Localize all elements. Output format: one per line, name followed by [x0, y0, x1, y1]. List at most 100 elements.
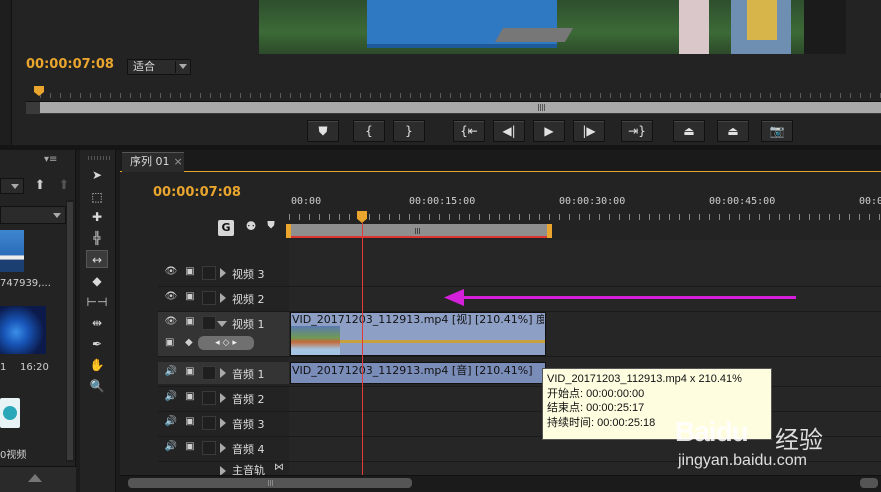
slide-tool-icon[interactable]: ⇹: [86, 314, 108, 332]
chevron-down-icon[interactable]: [217, 321, 227, 327]
set-encore-marker-icon[interactable]: ⚉: [243, 219, 259, 235]
add-marker-icon[interactable]: ⛊: [265, 220, 277, 236]
sync-lock-icon[interactable]: ▣: [183, 366, 197, 380]
hand-tool-icon[interactable]: ✋: [86, 356, 108, 374]
chevron-right-icon[interactable]: [220, 293, 226, 303]
work-area-end-handle[interactable]: [547, 224, 552, 238]
track-lock-box[interactable]: [202, 441, 216, 455]
thumbnail-size-icon[interactable]: [28, 474, 42, 482]
watermark-logo: Baidu: [675, 416, 749, 447]
speaker-icon[interactable]: 🔊: [164, 416, 178, 430]
keyframe-navigator[interactable]: ◂ ◇ ▸: [198, 336, 254, 350]
watermark-logo-text: 经验: [775, 426, 823, 454]
program-timecode[interactable]: 00:00:07:08: [26, 57, 114, 72]
track-label: 视频 2: [232, 293, 265, 306]
project-view-dropdown[interactable]: [0, 178, 24, 194]
step-forward-icon[interactable]: |▶: [573, 120, 605, 142]
close-icon[interactable]: ×: [174, 155, 183, 168]
arrow-up-icon[interactable]: ⬆: [32, 178, 48, 194]
audio-clip-title: VID_20171203_112913.mp4 [音] [210.41%]: [292, 364, 533, 377]
track-lock-box[interactable]: [202, 266, 216, 280]
sync-lock-icon[interactable]: ▣: [183, 291, 197, 305]
watermark-url: jingyan.baidu.com: [678, 452, 807, 469]
project-item-thumbnail[interactable]: [0, 306, 46, 354]
tab-sequence[interactable]: 序列 01 ×: [122, 152, 184, 172]
fit-dropdown[interactable]: 适合: [127, 59, 191, 75]
ruler-label: 00:00:30:00: [559, 196, 626, 207]
razor-tool-icon[interactable]: ◆: [86, 272, 108, 290]
project-filter-dropdown[interactable]: [0, 206, 66, 224]
extract-icon[interactable]: ⏏: [717, 120, 749, 142]
ripple-edit-tool-icon[interactable]: ✚: [86, 208, 108, 226]
slip-tool-icon[interactable]: ⊢⊣: [86, 293, 108, 311]
preview-pink-object: [679, 0, 709, 54]
export-frame-icon[interactable]: 📷: [761, 120, 793, 142]
media-file-icon[interactable]: [0, 398, 20, 428]
grip-icon: [415, 228, 421, 234]
speaker-icon[interactable]: 🔊: [164, 391, 178, 405]
sync-lock-icon[interactable]: ▣: [183, 316, 197, 330]
video-clip-title: VID_20171203_112913.mp4 [视] [210.41%] 度 …: [292, 313, 544, 326]
project-item-label: 0视频: [0, 450, 27, 461]
grip-icon: [538, 104, 546, 111]
project-scrollbar-thumb[interactable]: [67, 202, 73, 460]
eye-icon[interactable]: 👁: [164, 291, 178, 305]
sync-lock-icon[interactable]: ▣: [183, 416, 197, 430]
speaker-icon[interactable]: 🔊: [164, 441, 178, 455]
bowtie-icon: ⋈: [274, 462, 284, 473]
track-label: 视频 3: [232, 268, 265, 281]
arrow-up-disabled-icon: ⬆: [58, 178, 70, 193]
snap-icon[interactable]: G: [218, 220, 234, 236]
preview-dark-region: [804, 0, 846, 54]
lift-icon[interactable]: ⏏: [673, 120, 705, 142]
eye-icon[interactable]: 👁: [164, 316, 178, 330]
watermark: Baidu 经验 jingyan.baidu.com: [675, 416, 875, 486]
chevron-down-icon: [53, 213, 61, 218]
track-lock-box[interactable]: [202, 391, 216, 405]
zoom-tool-icon[interactable]: 🔍: [86, 377, 108, 395]
preview-rail: [494, 28, 574, 42]
opacity-rubber-band[interactable]: [340, 340, 545, 343]
grip-icon: [88, 156, 110, 160]
add-marker-icon[interactable]: ⛊: [307, 120, 339, 142]
display-style-icon[interactable]: ▣: [165, 337, 177, 349]
track-select-tool-icon[interactable]: ⬚: [86, 188, 108, 206]
speaker-icon[interactable]: 🔊: [164, 366, 178, 380]
play-icon[interactable]: ▶: [533, 120, 565, 142]
rolling-edit-tool-icon[interactable]: ╬: [86, 229, 108, 247]
sync-lock-icon[interactable]: ▣: [183, 391, 197, 405]
timeline-playhead-line: [362, 223, 363, 475]
mark-in-icon[interactable]: {: [353, 120, 385, 142]
chevron-right-icon[interactable]: [220, 418, 226, 428]
project-item-label: 747939,...: [0, 278, 51, 289]
chevron-right-icon[interactable]: [220, 393, 226, 403]
go-to-out-icon[interactable]: ⇥}: [621, 120, 653, 142]
work-area-start-handle[interactable]: [286, 224, 291, 238]
program-zoom-scrollbar-thumb[interactable]: [40, 102, 881, 113]
eye-icon[interactable]: 👁: [164, 266, 178, 280]
project-item-thumbnail[interactable]: [0, 230, 24, 272]
track-label: 音频 1: [232, 368, 265, 381]
track-lock-box[interactable]: [202, 291, 216, 305]
rate-stretch-tool-icon[interactable]: ↔: [86, 250, 108, 268]
pen-tool-icon[interactable]: ✒: [86, 335, 108, 353]
mark-out-icon[interactable]: }: [393, 120, 425, 142]
keyframe-icon[interactable]: ◆: [185, 337, 195, 349]
project-footer: [0, 466, 76, 492]
track-lock-box[interactable]: [202, 366, 216, 380]
chevron-right-icon[interactable]: [220, 368, 226, 378]
sync-lock-icon[interactable]: ▣: [183, 266, 197, 280]
go-to-in-icon[interactable]: {⇤: [453, 120, 485, 142]
step-back-icon[interactable]: ◀|: [493, 120, 525, 142]
timeline-timecode[interactable]: 00:00:07:08: [153, 185, 241, 200]
track-lock-box[interactable]: [202, 416, 216, 430]
chevron-right-icon[interactable]: [220, 268, 226, 278]
ruler-label: 00:0: [859, 196, 881, 207]
track-lock-box[interactable]: [202, 316, 216, 330]
preview-figure-yellow: [747, 0, 777, 40]
panel-menu-icon[interactable]: ▾≡: [44, 154, 60, 166]
chevron-right-icon[interactable]: [220, 443, 226, 453]
selection-tool-icon[interactable]: ➤: [86, 166, 108, 184]
timeline-tab-strip: [120, 150, 881, 172]
sync-lock-icon[interactable]: ▣: [183, 441, 197, 455]
